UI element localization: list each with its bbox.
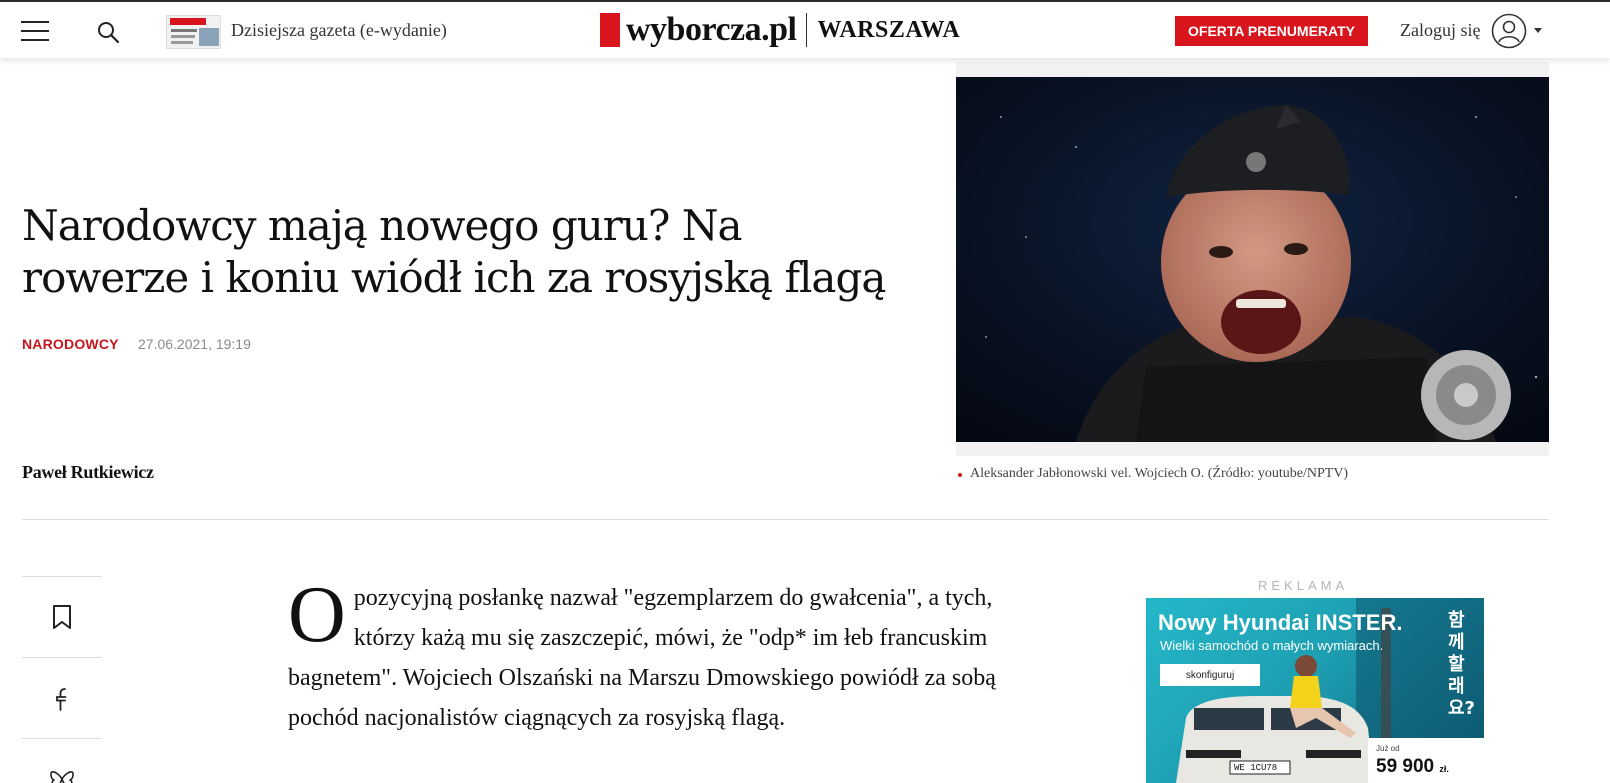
section-tag[interactable]: NARODOWCY [22, 336, 119, 352]
facebook-icon [56, 688, 67, 711]
facebook-share-button[interactable] [22, 658, 102, 738]
bookmark-icon [53, 605, 71, 629]
hero-image[interactable] [956, 77, 1549, 442]
ad-korean-slogan: 함께할래요? [1448, 610, 1476, 719]
bluesky-share-button[interactable] [22, 740, 102, 783]
ad-subtitle: Wielki samochód o małych wymiarach. [1160, 638, 1384, 653]
logo-separator [806, 13, 808, 47]
bookmark-button[interactable] [22, 577, 102, 657]
share-rail-divider [22, 738, 102, 739]
user-avatar-icon[interactable] [1491, 13, 1527, 49]
login-link[interactable]: Zaloguj się [1400, 20, 1480, 41]
logo-red-mark [600, 13, 620, 47]
ad-title: Nowy Hyundai INSTER. [1158, 610, 1403, 635]
ad-label: REKLAMA [1258, 578, 1349, 593]
section-divider [22, 519, 1549, 520]
ad-license-plate: WE 1CU78 [1234, 763, 1278, 773]
caption-bullet [958, 473, 962, 477]
search-icon[interactable] [96, 20, 120, 44]
article-headline: Narodowcy mają nowego guru? Na rowerze i… [22, 201, 886, 302]
lead-text: pozycyjną posłankę nazwał "egzemplarzem … [288, 585, 996, 731]
site-logo[interactable]: wyborcza.pl WARSZAWA [600, 11, 961, 48]
ad-configure-button[interactable]: skonfiguruj [1160, 664, 1260, 686]
publish-date: 27.06.2021, 19:19 [138, 336, 251, 352]
advertisement-banner[interactable]: Nowy Hyundai INSTER. Wielki samochód o m… [1146, 598, 1484, 783]
e-edition-link[interactable]: Dzisiejsza gazeta (e-wydanie) [231, 20, 447, 41]
newspaper-thumbnail[interactable] [166, 15, 221, 49]
article-lead: Opozycyjną posłankę nazwał "egzemplarzem… [288, 571, 1006, 738]
ad-price-from: Już od [1376, 744, 1400, 753]
logo-wordmark: wyborcza.pl [626, 11, 797, 48]
article-author[interactable]: Paweł Rutkiewicz [22, 462, 154, 483]
hamburger-menu-icon[interactable] [21, 21, 49, 41]
account-dropdown-caret-icon[interactable] [1534, 28, 1542, 33]
subscription-offer-button[interactable]: OFERTA PRENUMERATY [1175, 16, 1368, 46]
drop-cap: O [288, 571, 346, 659]
city-edition-label: WARSZAWA [817, 16, 961, 43]
image-caption: Aleksander Jabłonowski vel. Wojciech O. … [970, 466, 1349, 481]
ad-price: 59 900 zł. [1376, 756, 1449, 778]
ad-price-value: 59 900 [1376, 756, 1435, 777]
ad-price-unit: zł. [1439, 764, 1449, 774]
bluesky-icon [50, 771, 74, 783]
site-header: Dzisiejsza gazeta (e-wydanie) wyborcza.p… [0, 2, 1610, 58]
